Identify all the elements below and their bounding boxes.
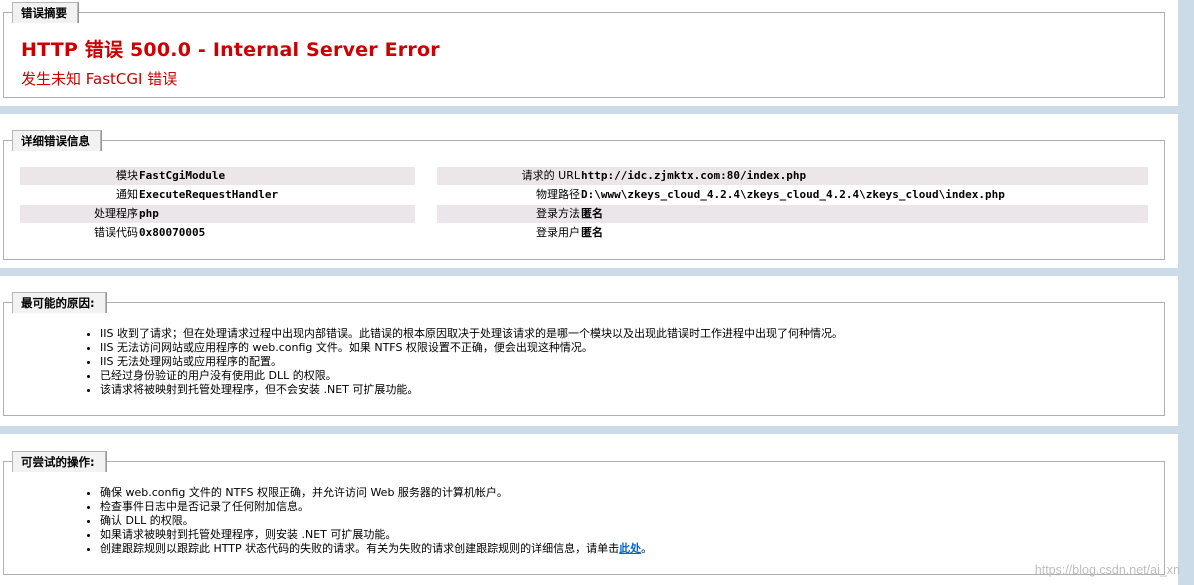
causes-list: IIS 收到了请求；但在处理请求过程中出现内部错误。此错误的根本原因取决于处理该… bbox=[84, 327, 843, 397]
actions-section: 可尝试的操作: 确保 web.config 文件的 NTFS 权限正确，并允许访… bbox=[3, 451, 1165, 575]
list-item: 确保 web.config 文件的 NTFS 权限正确，并允许访问 Web 服务… bbox=[100, 486, 652, 500]
watermark: https://blog.csdn.net/ai_xn bbox=[1034, 563, 1180, 577]
detail-row-notification: 通知 ExecuteRequestHandler bbox=[20, 186, 415, 204]
detail-value: http://idc.zjmktx.com:80/index.php bbox=[581, 169, 807, 182]
details-section: 详细错误信息 模块 FastCgiModule 通知 ExecuteReques… bbox=[3, 130, 1165, 260]
causes-legend: 最可能的原因: bbox=[12, 292, 106, 313]
detail-row-url: 请求的 URL http://idc.zjmktx.com:80/index.p… bbox=[437, 167, 1148, 185]
list-item: 已经过身份验证的用户没有使用此 DLL 的权限。 bbox=[100, 369, 843, 383]
detail-value: 匿名 bbox=[581, 226, 603, 239]
section-divider bbox=[0, 106, 1180, 114]
error-subtitle: 发生未知 FastCGI 错误 bbox=[21, 70, 178, 88]
error-title: HTTP 错误 500.0 - Internal Server Error bbox=[21, 39, 440, 61]
causes-section: 最可能的原因: IIS 收到了请求；但在处理请求过程中出现内部错误。此错误的根本… bbox=[3, 292, 1165, 416]
detail-row-logon-user: 登录用户 匿名 bbox=[437, 224, 1148, 242]
action-text-suffix: 。 bbox=[641, 542, 653, 555]
section-divider bbox=[0, 426, 1180, 434]
list-item: 创建跟踪规则以跟踪此 HTTP 状态代码的失败的请求。有关为失败的请求创建跟踪规… bbox=[100, 542, 652, 556]
here-link[interactable]: 此处 bbox=[619, 542, 641, 555]
detail-value: D:\www\zkeys_cloud_4.2.4\zkeys_cloud_4.2… bbox=[581, 188, 1005, 201]
list-item: 检查事件日志中是否记录了任何附加信息。 bbox=[100, 500, 652, 514]
detail-label: 物理路径 bbox=[536, 188, 580, 201]
action-text: 创建跟踪规则以跟踪此 HTTP 状态代码的失败的请求。有关为失败的请求创建跟踪规… bbox=[100, 542, 620, 555]
actions-legend: 可尝试的操作: bbox=[12, 451, 106, 472]
details-legend: 详细错误信息 bbox=[12, 130, 101, 151]
list-item: IIS 收到了请求；但在处理请求过程中出现内部错误。此错误的根本原因取决于处理该… bbox=[100, 327, 843, 341]
detail-value: ExecuteRequestHandler bbox=[139, 188, 279, 201]
list-item: 如果请求被映射到托管处理程序，则安装 .NET 可扩展功能。 bbox=[100, 528, 652, 542]
detail-label: 模块 bbox=[116, 169, 138, 182]
summary-section: 错误摘要 HTTP 错误 500.0 - Internal Server Err… bbox=[3, 2, 1165, 98]
detail-row-logon-method: 登录方法 匿名 bbox=[437, 205, 1148, 223]
right-rail bbox=[1178, 0, 1194, 585]
detail-value: FastCgiModule bbox=[139, 169, 226, 182]
detail-label: 登录方法 bbox=[536, 207, 580, 220]
detail-label: 错误代码 bbox=[94, 226, 138, 239]
summary-legend: 错误摘要 bbox=[12, 2, 78, 23]
actions-list: 确保 web.config 文件的 NTFS 权限正确，并允许访问 Web 服务… bbox=[84, 486, 652, 556]
list-item: 该请求将被映射到托管处理程序，但不会安装 .NET 可扩展功能。 bbox=[100, 383, 843, 397]
list-item: IIS 无法访问网站或应用程序的 web.config 文件。如果 NTFS 权… bbox=[100, 341, 843, 355]
list-item: 确认 DLL 的权限。 bbox=[100, 514, 652, 528]
detail-label: 处理程序 bbox=[94, 207, 138, 220]
detail-row-handler: 处理程序 php bbox=[20, 205, 415, 223]
detail-label: 通知 bbox=[116, 188, 138, 201]
detail-value: 0x80070005 bbox=[139, 226, 206, 239]
detail-value: 匿名 bbox=[581, 207, 603, 220]
detail-row-module: 模块 FastCgiModule bbox=[20, 167, 415, 185]
detail-row-physical-path: 物理路径 D:\www\zkeys_cloud_4.2.4\zkeys_clou… bbox=[437, 186, 1148, 204]
detail-label: 登录用户 bbox=[536, 226, 580, 239]
detail-row-error-code: 错误代码 0x80070005 bbox=[20, 224, 415, 242]
detail-value: php bbox=[139, 207, 159, 220]
detail-label: 请求的 URL bbox=[521, 169, 580, 182]
list-item: IIS 无法处理网站或应用程序的配置。 bbox=[100, 355, 843, 369]
section-divider bbox=[0, 268, 1180, 276]
